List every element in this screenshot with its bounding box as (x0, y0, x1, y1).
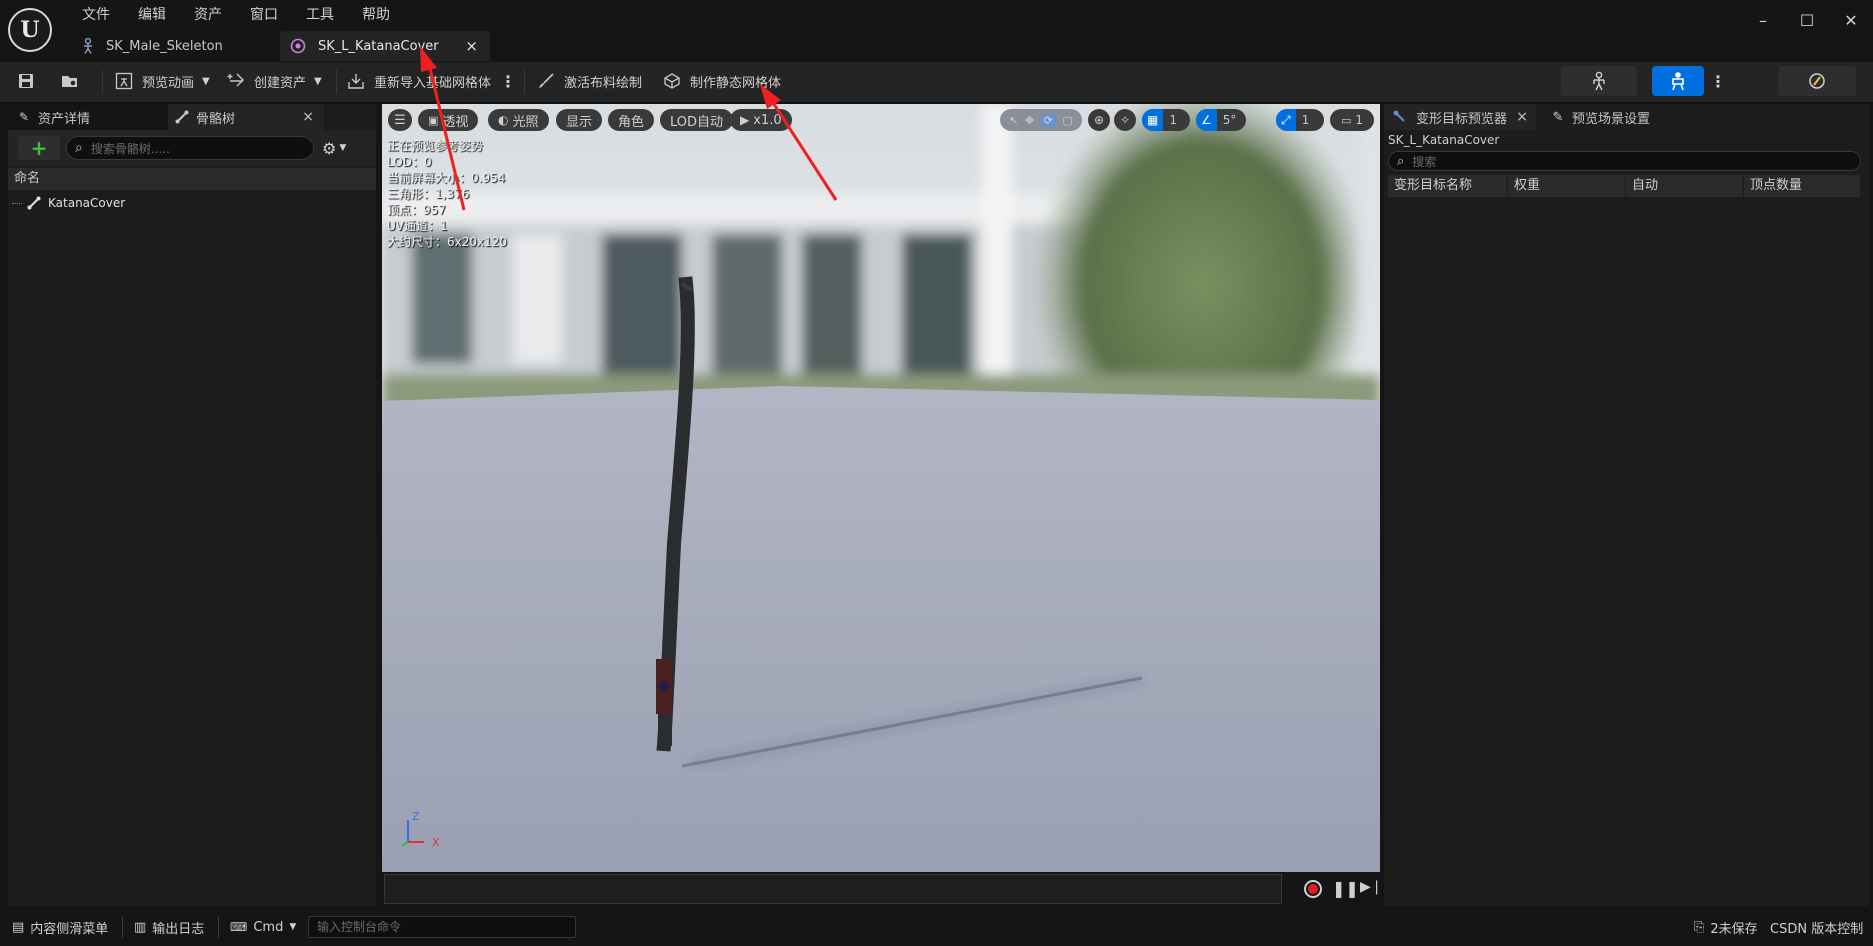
arrow-to-static-mesh (768, 97, 838, 201)
arrow-head-tab (420, 46, 437, 72)
arrow-to-tab (426, 59, 466, 211)
annotation-arrows (420, 46, 838, 211)
arrow-head-static-mesh (760, 84, 781, 109)
